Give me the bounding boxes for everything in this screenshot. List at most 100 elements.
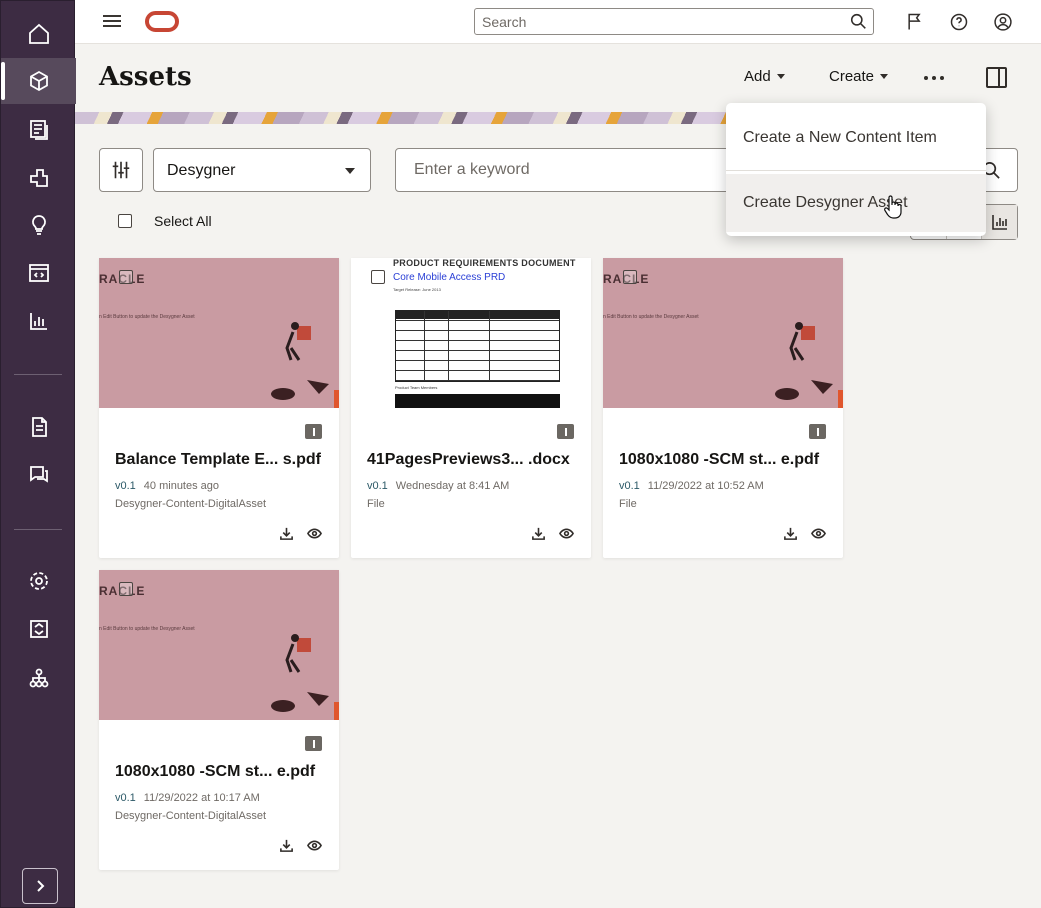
add-button[interactable]: Add: [744, 68, 785, 85]
file-type-icon: [305, 736, 322, 751]
global-search-input[interactable]: [475, 9, 835, 34]
search-icon[interactable]: [850, 13, 867, 30]
nav-recommendations[interactable]: [1, 202, 76, 248]
nav-settings[interactable]: [1, 558, 76, 604]
card-asset-type: Desygner-Content-DigitalAsset: [115, 810, 267, 822]
file-type-icon: [809, 424, 826, 439]
card-title[interactable]: 1080x1080 -SCM st... e.pdf: [619, 451, 831, 469]
card-version: v0.1: [619, 480, 640, 492]
oracle-logo[interactable]: [145, 11, 179, 32]
menu-item-create-content-item[interactable]: Create a New Content Item: [726, 109, 986, 167]
thumbnail-caption: n Edit Button to update the Desygner Ass…: [99, 314, 195, 320]
cube-icon: [29, 70, 48, 92]
flag-icon: [908, 13, 921, 30]
document-icon: [31, 417, 47, 437]
preview-eye-icon[interactable]: [811, 526, 826, 541]
sliders-icon: [112, 161, 130, 179]
card-asset-type: Desygner-Content-DigitalAsset: [115, 498, 267, 510]
code-window-icon: [28, 264, 49, 282]
preview-eye-icon[interactable]: [307, 526, 322, 541]
card-title[interactable]: Balance Template E... s.pdf: [115, 451, 327, 469]
chevron-down-icon: [776, 74, 785, 79]
create-button[interactable]: Create: [829, 68, 889, 85]
left-nav-rail: [0, 0, 76, 908]
card-title[interactable]: 1080x1080 -SCM st... e.pdf: [115, 763, 327, 781]
more-actions-icon[interactable]: [924, 70, 948, 86]
select-all[interactable]: Select All: [118, 213, 212, 229]
nav-taxonomies[interactable]: [1, 655, 76, 701]
nav-conversations[interactable]: [1, 452, 76, 498]
thumbnail-accent: [334, 702, 339, 720]
filter-toggle-button[interactable]: [99, 148, 143, 192]
card-checkbox[interactable]: [119, 270, 133, 284]
card-meta: v0.1 11/29/2022 at 10:52 AM: [619, 480, 764, 492]
side-panel-toggle-icon[interactable]: [986, 67, 1007, 88]
preview-eye-icon[interactable]: [307, 838, 322, 853]
card-checkbox[interactable]: [119, 582, 133, 596]
user-avatar-button[interactable]: [992, 11, 1014, 33]
lightbulb-icon: [31, 215, 46, 235]
download-icon[interactable]: [531, 526, 546, 541]
doc-release-text: Target Release: June 2013: [393, 287, 441, 292]
nav-channels[interactable]: [1, 155, 76, 201]
preview-eye-icon[interactable]: [559, 526, 574, 541]
flag-button[interactable]: [904, 11, 926, 33]
chevron-down-icon: [880, 74, 889, 79]
asset-thumbnail: PRODUCT REQUIREMENTS DOCUMENT Core Mobil…: [351, 258, 591, 408]
home-icon: [28, 23, 49, 44]
help-button[interactable]: [948, 11, 970, 33]
chat-icon: [29, 466, 48, 483]
nav-integrations[interactable]: [1, 606, 76, 652]
card-asset-type: File: [619, 498, 637, 510]
chevron-down-icon: [345, 168, 355, 174]
global-search: [474, 8, 874, 35]
card-meta: v0.1 11/29/2022 at 10:17 AM: [115, 792, 260, 804]
create-dropdown-menu: Create a New Content Item Create Desygne…: [726, 103, 986, 236]
nav-sites[interactable]: [1, 250, 76, 296]
nav-divider-2: [14, 529, 62, 530]
download-icon[interactable]: [783, 526, 798, 541]
card-actions: [531, 526, 574, 541]
repository-select[interactable]: Desygner: [153, 148, 371, 192]
chart-icon: [991, 215, 1007, 230]
asset-card[interactable]: PRODUCT REQUIREMENTS DOCUMENT Core Mobil…: [351, 258, 591, 558]
puzzle-icon: [29, 169, 48, 187]
file-type-icon: [305, 424, 322, 439]
nav-assets[interactable]: [1, 58, 76, 104]
create-button-label: Create: [829, 68, 875, 85]
card-meta: v0.1 40 minutes ago: [115, 480, 219, 492]
illustration-icon: [271, 634, 329, 712]
asset-card[interactable]: RACLE n Edit Button to update the Desygn…: [99, 570, 339, 870]
illustration-icon: [775, 322, 833, 400]
page-title: Assets: [99, 62, 192, 92]
thumbnail-accent: [334, 390, 339, 408]
chart-icon: [29, 313, 47, 330]
card-timestamp: 11/29/2022 at 10:52 AM: [647, 480, 764, 492]
card-actions: [279, 838, 322, 853]
card-checkbox[interactable]: [623, 270, 637, 284]
menu-item-create-desygner-asset[interactable]: Create Desygner Asset: [726, 174, 986, 232]
nav-analytics[interactable]: [1, 298, 76, 344]
asset-card[interactable]: RACLE n Edit Button to update the Desygn…: [603, 258, 843, 558]
expand-nav-button[interactable]: [22, 868, 58, 904]
card-title[interactable]: 41PagesPreviews3... .docx: [367, 451, 579, 469]
card-timestamp: 11/29/2022 at 10:17 AM: [143, 792, 260, 804]
asset-thumbnail: RACLE n Edit Button to update the Desygn…: [99, 258, 339, 408]
nav-collections[interactable]: [1, 107, 76, 153]
card-version: v0.1: [367, 480, 388, 492]
menu-divider: [726, 170, 986, 171]
doc-table: [395, 310, 560, 382]
nav-documents[interactable]: [1, 404, 76, 450]
analytics-view-button[interactable]: [982, 205, 1018, 239]
collections-icon: [29, 120, 48, 140]
asset-card[interactable]: RACLE n Edit Button to update the Desygn…: [99, 258, 339, 558]
download-icon[interactable]: [279, 838, 294, 853]
nav-home[interactable]: [1, 11, 76, 57]
download-icon[interactable]: [279, 526, 294, 541]
hierarchy-icon: [29, 668, 48, 688]
card-timestamp: 40 minutes ago: [143, 480, 220, 492]
card-checkbox[interactable]: [371, 270, 385, 284]
add-button-label: Add: [744, 68, 771, 85]
select-all-checkbox[interactable]: [118, 214, 132, 228]
hamburger-menu-icon[interactable]: [103, 12, 123, 32]
